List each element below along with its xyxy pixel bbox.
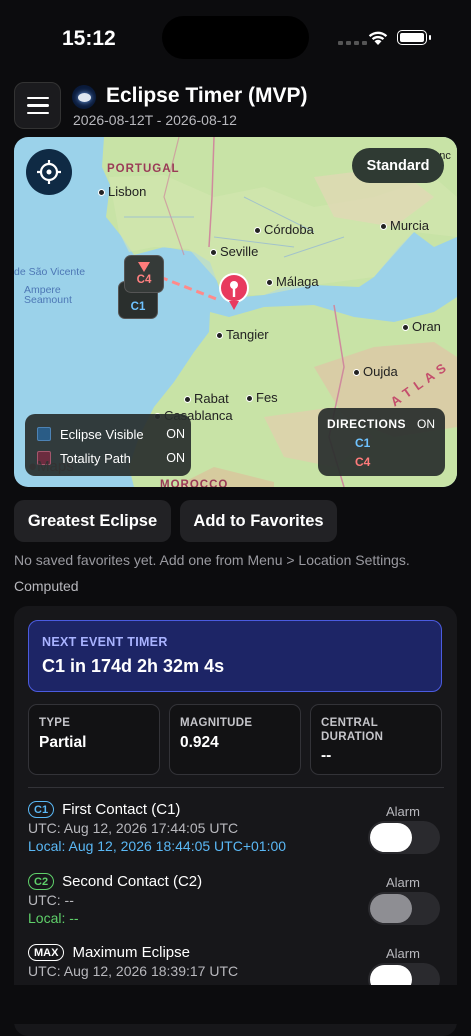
- event-title: First Contact (C1): [62, 801, 181, 818]
- battery-tip: [429, 35, 431, 40]
- event-title: Maximum Eclipse: [72, 944, 190, 961]
- map-label-sao-vicente: de São Vicente: [14, 266, 86, 278]
- map-label-oran: Oran: [402, 319, 441, 334]
- triangle-down-icon: [138, 262, 150, 272]
- eclipse-details-panel: NEXT EVENT TIMER C1 in 174d 2h 32m 4s TY…: [14, 606, 457, 1036]
- eclipse-app-icon: [72, 85, 96, 109]
- alarm-toggle-c1[interactable]: [368, 821, 440, 854]
- alarm-label-max: Alarm: [386, 946, 420, 961]
- directions-panel[interactable]: DIRECTIONS ON C1 C4: [318, 408, 445, 476]
- map-label-cordoba: Córdoba: [254, 222, 314, 237]
- battery-icon: [397, 30, 427, 45]
- toggle-knob: [370, 894, 412, 923]
- directions-c4: C4: [355, 455, 371, 469]
- next-event-timer: NEXT EVENT TIMER C1 in 174d 2h 32m 4s: [28, 620, 442, 692]
- map-label-oujda: Oujda: [353, 364, 398, 379]
- map-label-seamount: Seamount: [24, 294, 72, 306]
- map-label-seville: Seville: [210, 244, 258, 259]
- event-badge: MAX: [28, 944, 65, 961]
- status-bar: 15:12: [0, 0, 471, 70]
- alarm-label-c2: Alarm: [386, 875, 420, 890]
- location-pin-icon[interactable]: [218, 272, 250, 314]
- directions-state: ON: [417, 417, 435, 431]
- stat-value: --: [321, 747, 332, 764]
- stat-label: MAGNITUDE: [180, 717, 253, 729]
- crosshair-icon: [37, 160, 61, 184]
- marker-c4[interactable]: C4: [124, 255, 164, 293]
- alarm-toggle-c2[interactable]: [368, 892, 440, 925]
- locate-button[interactable]: [26, 149, 72, 195]
- marker-c1-label: C1: [130, 301, 146, 313]
- divider: [28, 787, 444, 788]
- map-label-morocco: MOROCCO: [160, 479, 229, 487]
- greatest-eclipse-button[interactable]: Greatest Eclipse: [14, 500, 171, 542]
- stat-label: TYPE: [39, 717, 71, 729]
- legend-eclipse-visible[interactable]: Eclipse Visible ON: [37, 424, 185, 444]
- computed-label: Computed: [14, 578, 79, 594]
- map-label-rabat: Rabat: [184, 391, 229, 406]
- stat-value: 0.924: [180, 734, 219, 751]
- map-style-button[interactable]: Standard: [352, 148, 444, 183]
- toggle-knob: [370, 823, 412, 852]
- stat-value: Partial: [39, 734, 87, 751]
- directions-title: DIRECTIONS: [327, 417, 407, 431]
- map-label-murcia: Murcia: [380, 218, 429, 233]
- menu-button[interactable]: [14, 82, 61, 129]
- timer-label: NEXT EVENT TIMER: [42, 635, 168, 649]
- eclipse-visible-swatch: [37, 427, 51, 441]
- timer-value: C1 in 174d 2h 32m 4s: [42, 656, 225, 676]
- map-label-portugal: PORTUGAL: [107, 163, 180, 175]
- legend-state: ON: [166, 427, 185, 441]
- page-title: Eclipse Timer (MVP): [106, 84, 308, 107]
- wifi-icon: [368, 31, 388, 45]
- add-to-favorites-button[interactable]: Add to Favorites: [180, 500, 337, 542]
- bottom-fade: [0, 985, 471, 1024]
- map-label-fes: Fes: [246, 390, 278, 405]
- map-label-tangier: Tangier: [216, 327, 269, 342]
- marker-c4-label: C4: [136, 274, 152, 286]
- clock: 15:12: [62, 27, 116, 50]
- stat-label: CENTRAL DURATION: [321, 717, 384, 743]
- event-title: Second Contact (C2): [62, 873, 203, 890]
- event-badge: C2: [28, 873, 55, 890]
- favorites-note: No saved favorites yet. Add one from Men…: [14, 552, 410, 568]
- apple-logo-icon: ●: [28, 458, 38, 475]
- alarm-label-c1: Alarm: [386, 804, 420, 819]
- date-range: 2026-08-12T - 2026-08-12: [73, 112, 237, 128]
- stat-central-duration: CENTRAL DURATION --: [310, 704, 442, 775]
- legend-label: Eclipse Visible: [60, 426, 144, 442]
- legend-state: ON: [166, 451, 185, 465]
- stat-type: TYPE Partial: [28, 704, 160, 775]
- map-label-malaga: Málaga: [266, 274, 319, 289]
- signal-icon: [338, 41, 367, 45]
- map-view[interactable]: PORTUGAL Lisbon Córdoba Murcia Valenc Se…: [14, 137, 457, 487]
- event-badge: C1: [28, 801, 55, 818]
- maps-label: Maps: [37, 458, 74, 475]
- dynamic-island: [162, 16, 309, 59]
- stat-magnitude: MAGNITUDE 0.924: [169, 704, 301, 775]
- maps-attribution: ●Maps: [28, 458, 74, 475]
- directions-c1: C1: [355, 436, 371, 450]
- map-label-lisbon: Lisbon: [98, 184, 146, 199]
